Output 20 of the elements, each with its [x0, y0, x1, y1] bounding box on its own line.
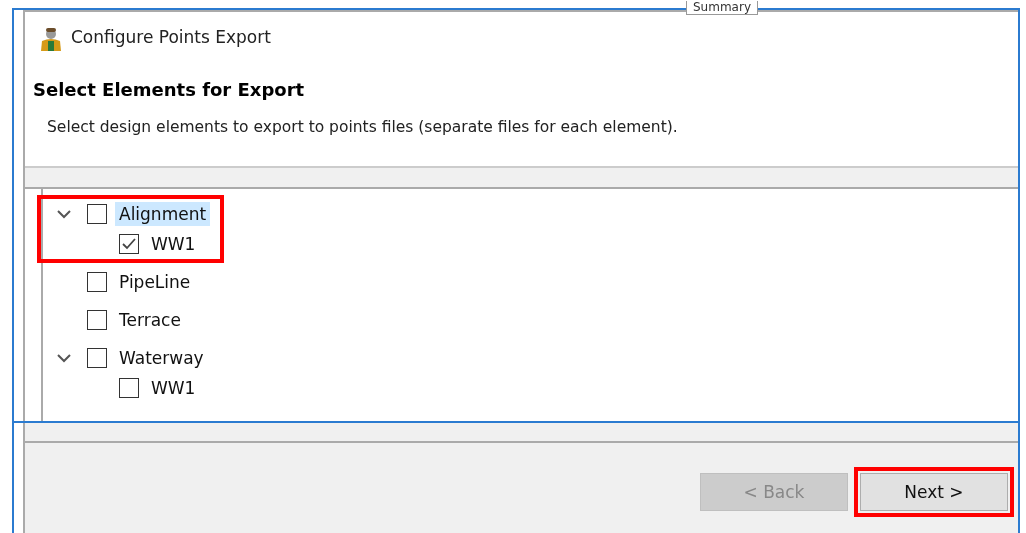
- background-tab[interactable]: Summary: [686, 1, 758, 15]
- checkbox[interactable]: [87, 310, 107, 330]
- chevron-down-icon[interactable]: [55, 352, 73, 364]
- page-description: Select design elements to export to points files (separate files for each element).: [47, 117, 679, 138]
- page-title: Select Elements for Export: [33, 78, 306, 102]
- tree-item-label[interactable]: PipeLine: [115, 270, 195, 294]
- chevron-down-icon[interactable]: [55, 208, 73, 220]
- window-title: Configure Points Export: [71, 26, 271, 50]
- wizard-button[interactable]: Next >: [860, 473, 1008, 511]
- checkbox[interactable]: [119, 234, 139, 254]
- tree-item-label[interactable]: WW1: [147, 232, 200, 256]
- tree-item-label[interactable]: WW1: [147, 376, 200, 400]
- tree-item-label[interactable]: Waterway: [115, 346, 208, 370]
- tree-item-label[interactable]: Terrace: [115, 308, 185, 332]
- checkbox[interactable]: [87, 204, 107, 224]
- checkbox[interactable]: [87, 348, 107, 368]
- checkbox[interactable]: [119, 378, 139, 398]
- worker-icon: [39, 25, 63, 51]
- tree-item-label[interactable]: Alignment: [115, 202, 211, 226]
- checkbox[interactable]: [87, 272, 107, 292]
